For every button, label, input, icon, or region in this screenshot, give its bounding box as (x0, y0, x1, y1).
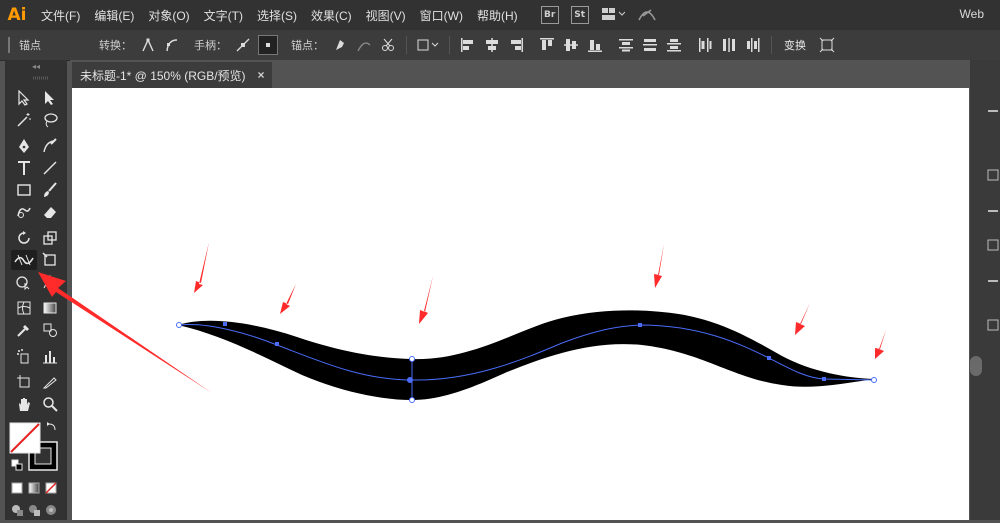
align-bottom-icon[interactable] (586, 36, 604, 54)
free-transform-tool-icon[interactable] (39, 250, 61, 270)
distribute-bottom-icon[interactable] (665, 36, 683, 54)
hide-handles-icon[interactable] (258, 35, 278, 55)
transform-button[interactable]: 变换 (778, 37, 812, 53)
menu-help[interactable]: 帮助(H) (470, 7, 525, 24)
bridge-button[interactable]: Br (540, 6, 559, 24)
stroked-path[interactable] (178, 310, 874, 400)
convert-to-smooth-icon[interactable] (163, 36, 181, 54)
slice-tool-icon[interactable] (39, 372, 61, 392)
menu-bar: Ai 文件(F) 编辑(E) 对象(O) 文字(T) 选择(S) 效果(C) 视… (0, 0, 1000, 30)
workspace-switcher[interactable]: Web (960, 7, 984, 21)
rotate-tool-icon[interactable] (13, 228, 35, 248)
convert-to-corner-icon[interactable] (139, 36, 157, 54)
width-tool-icon[interactable] (11, 250, 37, 270)
select-similar-icon[interactable] (416, 36, 440, 54)
gradient-mode-icon[interactable] (26, 478, 42, 498)
lasso-tool-icon[interactable] (39, 110, 61, 130)
color-mode-icon[interactable] (9, 478, 25, 498)
menu-file[interactable]: 文件(F) (34, 7, 87, 24)
shape-builder-tool-icon[interactable] (13, 272, 35, 292)
arrange-documents-icon[interactable] (601, 7, 626, 24)
distribute-left-icon[interactable] (696, 36, 714, 54)
separator (449, 36, 450, 54)
artboard-tool-icon[interactable] (13, 372, 35, 392)
vertical-scrollbar[interactable] (970, 356, 982, 376)
direct-selection-tool-icon[interactable] (39, 88, 61, 108)
app-logo: Ai (7, 5, 27, 25)
shaper-tool-icon[interactable] (13, 202, 35, 222)
panel-grip-icon (33, 76, 49, 80)
align-right-icon[interactable] (507, 36, 525, 54)
menu-select[interactable]: 选择(S) (250, 7, 304, 24)
align-top-icon[interactable] (538, 36, 556, 54)
stock-button[interactable]: St (570, 6, 589, 24)
convert-label: 转换： (99, 40, 132, 52)
scale-tool-icon[interactable] (39, 228, 61, 248)
distribute-top-icon[interactable] (617, 36, 635, 54)
tools-panel: ◂◂ (5, 60, 67, 520)
symbol-sprayer-tool-icon[interactable] (13, 346, 35, 366)
control-bar: 锚点 转换： 手柄： 锚点： 变换 (0, 30, 1000, 61)
artboard[interactable] (72, 88, 969, 520)
fill-stroke-swatches[interactable] (7, 420, 65, 476)
menu-window[interactable]: 窗口(W) (413, 7, 470, 24)
hand-tool-icon[interactable] (13, 394, 35, 414)
gpu-performance-icon[interactable] (637, 6, 657, 25)
document-tabs: 未标题-1* @ 150% (RGB/预览) × (70, 60, 1000, 88)
menu-object[interactable]: 对象(O) (141, 7, 196, 24)
none-mode-icon[interactable] (43, 478, 59, 498)
menu-view[interactable]: 视图(V) (359, 7, 413, 24)
draw-behind-icon[interactable] (26, 500, 42, 520)
distribute-center-v-icon[interactable] (641, 36, 659, 54)
menu-badges: Br St (540, 6, 657, 25)
eraser-tool-icon[interactable] (39, 202, 61, 222)
document-tab[interactable]: 未标题-1* @ 150% (RGB/预览) × (72, 62, 272, 88)
align-center-h-icon[interactable] (483, 36, 501, 54)
panel-grip-icon (6, 36, 12, 54)
curvature-tool-icon[interactable] (39, 136, 61, 156)
draw-inside-icon[interactable] (43, 500, 59, 520)
separator (406, 36, 407, 54)
menu-effect[interactable]: 效果(C) (304, 7, 359, 24)
draw-normal-icon[interactable] (9, 500, 25, 520)
show-handles-icon[interactable] (234, 36, 252, 54)
magic-wand-tool-icon[interactable] (13, 110, 35, 130)
align-left-icon[interactable] (459, 36, 477, 54)
pen-tool-icon[interactable] (13, 136, 35, 156)
connect-paths-icon[interactable] (355, 36, 373, 54)
distribute-center-h-icon[interactable] (720, 36, 738, 54)
eyedropper-tool-icon[interactable] (13, 320, 35, 340)
type-tool-icon[interactable] (13, 158, 35, 178)
distribute-right-icon[interactable] (744, 36, 762, 54)
blend-tool-icon[interactable] (39, 320, 61, 340)
panel-icons-strip[interactable] (986, 90, 1000, 350)
line-segment-tool-icon[interactable] (39, 158, 61, 178)
close-tab-icon[interactable]: × (258, 68, 265, 82)
selection-tool-icon[interactable] (13, 88, 35, 108)
remove-anchor-icon[interactable] (331, 36, 349, 54)
zoom-tool-icon[interactable] (39, 394, 61, 414)
menu-edit[interactable]: 编辑(E) (87, 7, 141, 24)
anchor-label: 锚点 (19, 40, 41, 52)
mesh-tool-icon[interactable] (13, 298, 35, 318)
isolate-selection-icon[interactable] (818, 36, 836, 54)
handles-label: 手柄： (194, 40, 227, 52)
collapse-panel-icon[interactable]: ◂◂ (5, 60, 67, 72)
menu-type[interactable]: 文字(T) (197, 7, 250, 24)
artwork[interactable] (72, 88, 969, 520)
right-panel-dock (970, 60, 1000, 520)
cut-path-icon[interactable] (379, 36, 397, 54)
column-graph-tool-icon[interactable] (39, 346, 61, 366)
canvas-area[interactable] (70, 88, 1000, 520)
rectangle-tool-icon[interactable] (13, 180, 35, 200)
perspective-grid-tool-icon[interactable] (39, 272, 61, 292)
paintbrush-tool-icon[interactable] (39, 180, 61, 200)
document-tab-title: 未标题-1* @ 150% (RGB/预览) (80, 68, 246, 83)
separator (771, 36, 772, 54)
anchors-label: 锚点： (291, 40, 324, 52)
gradient-tool-icon[interactable] (39, 298, 61, 318)
align-center-v-icon[interactable] (562, 36, 580, 54)
